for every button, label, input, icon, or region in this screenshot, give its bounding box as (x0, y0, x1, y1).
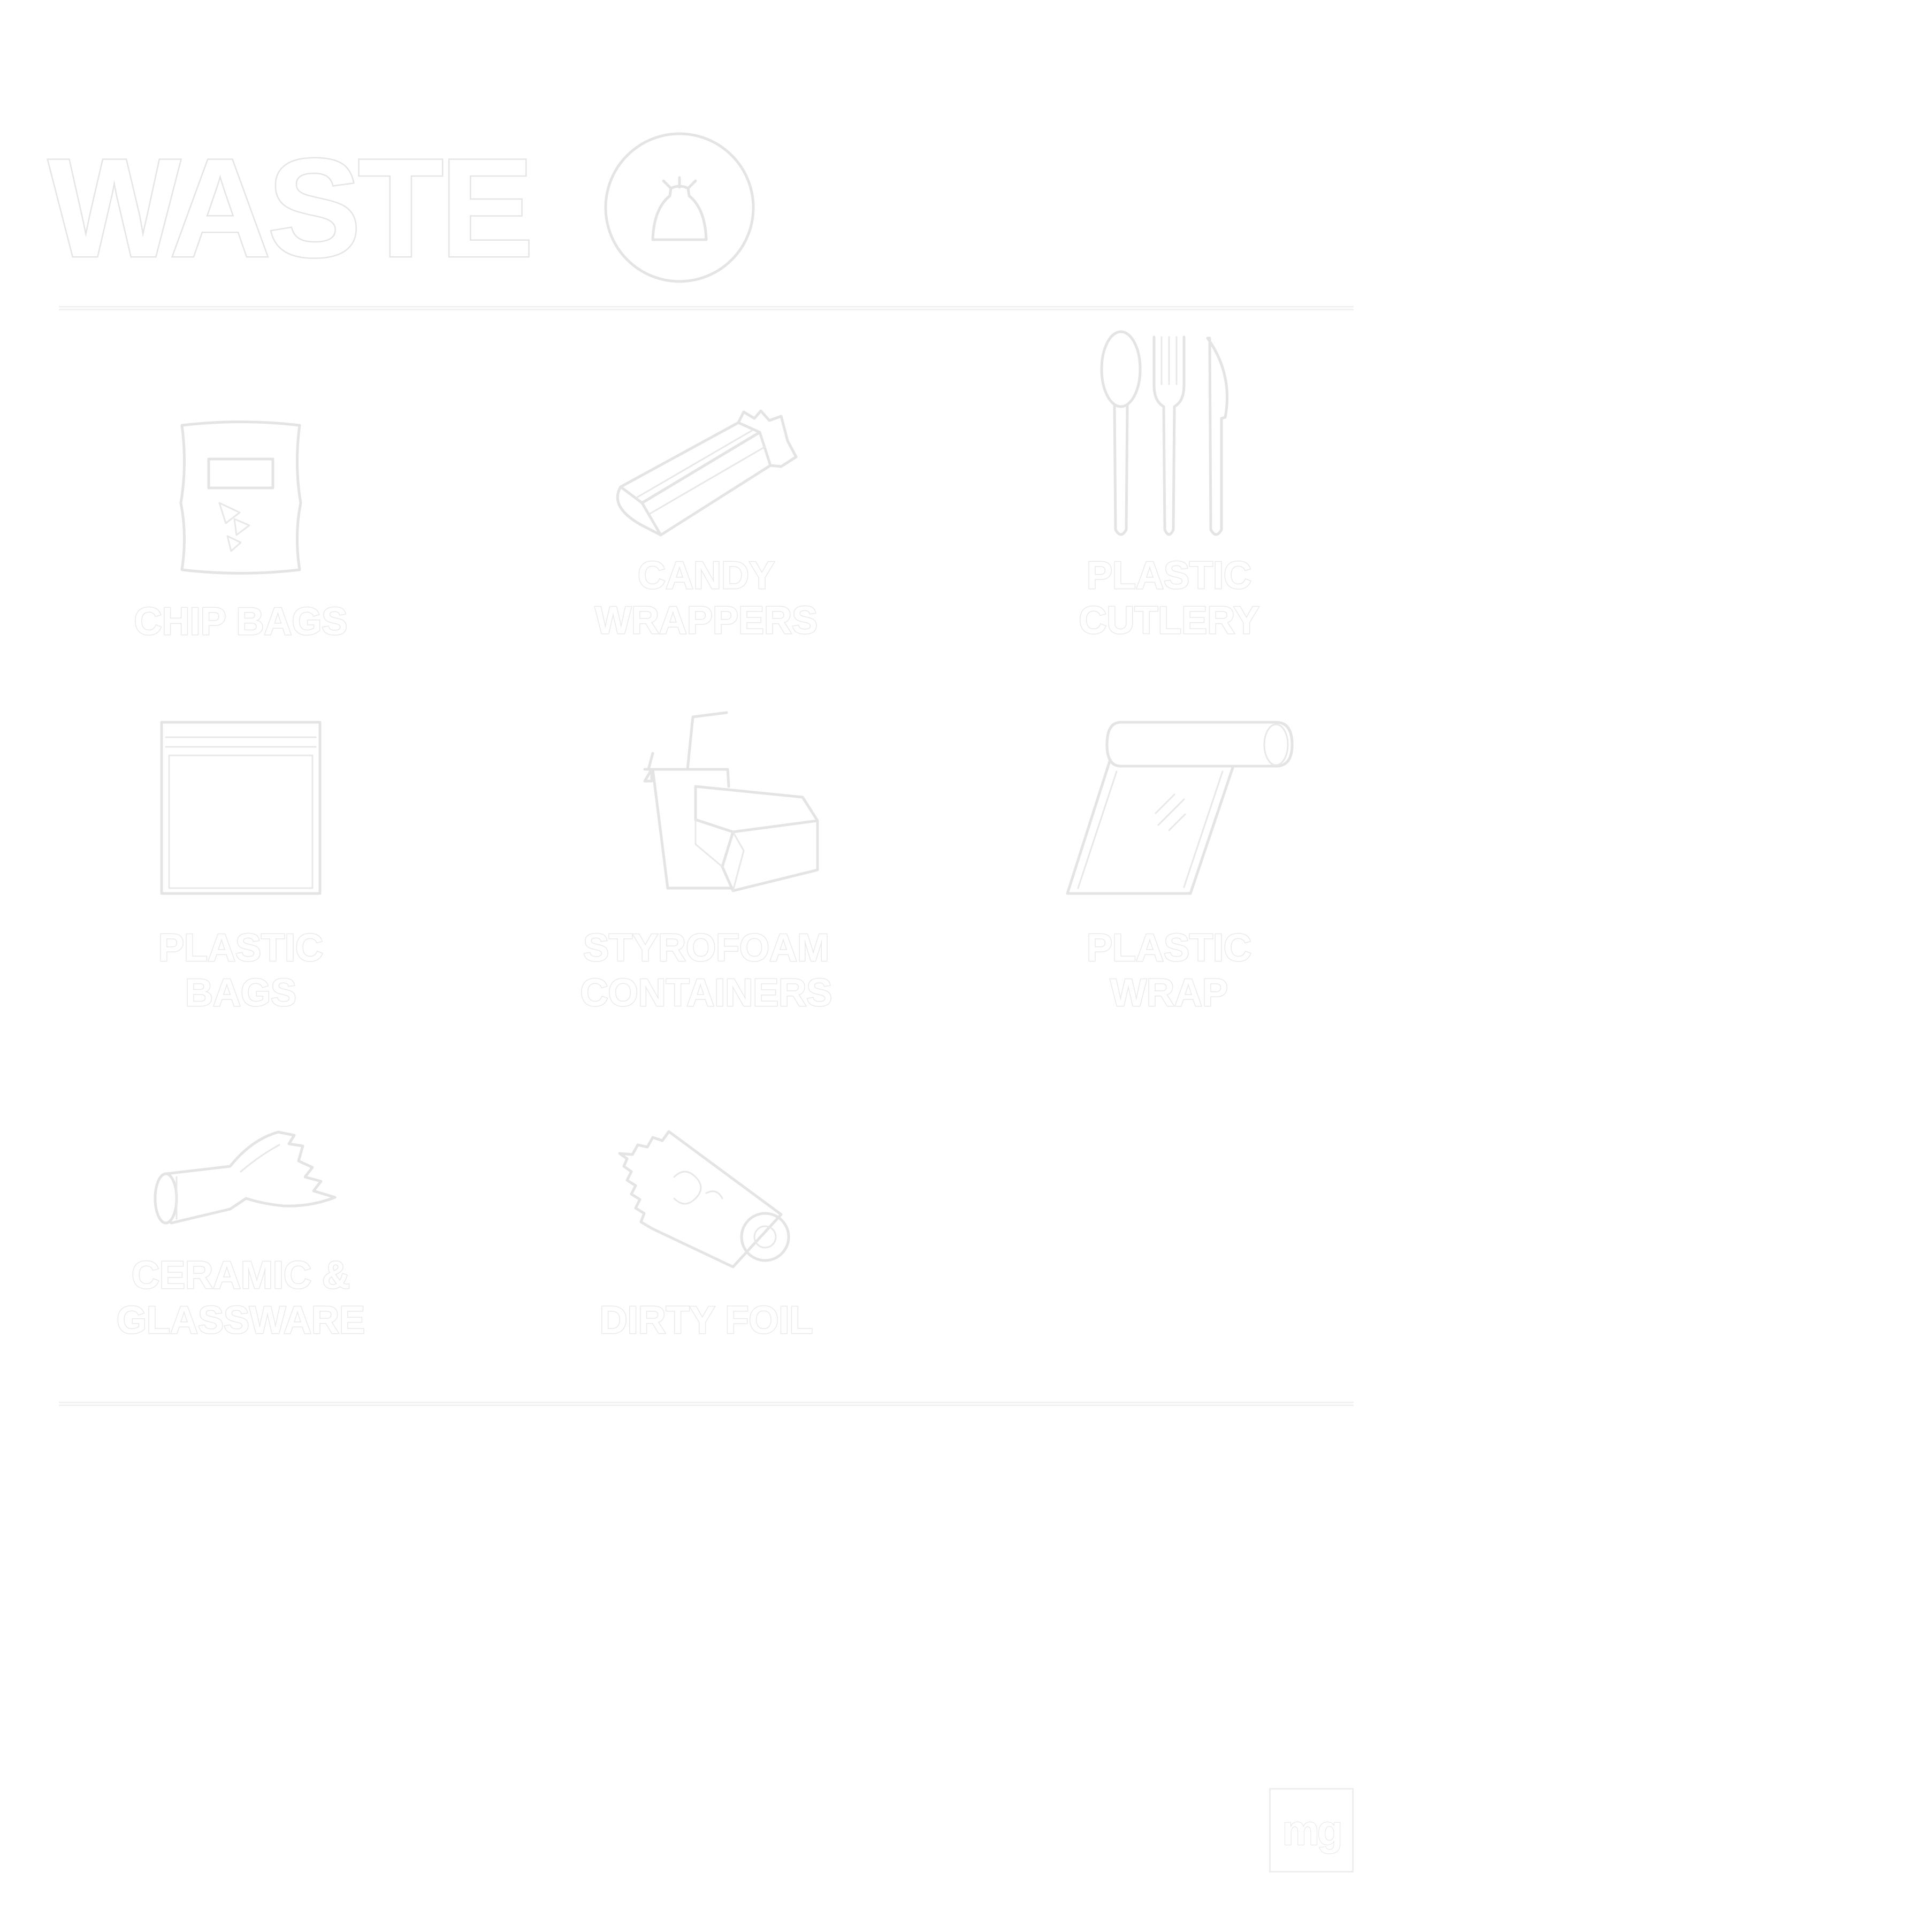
brand-logo: mg (1269, 1788, 1354, 1872)
item-dirty-foil: DIRTY FOIL (482, 1097, 931, 1439)
brand-logo-text: mg (1282, 1807, 1343, 1854)
item-plastic-bags: PLASTIC BAGS (16, 706, 465, 1049)
item-label: PLASTIC CUTLERY (1078, 554, 1260, 643)
item-label: PLASTIC WRAP (1086, 926, 1252, 1015)
item-label: CANDY WRAPPERS (594, 554, 818, 643)
item-plastic-wrap: PLASTIC WRAP (944, 706, 1394, 1049)
item-candy-wrappers: CANDY WRAPPERS (482, 326, 931, 669)
trash-bag-icon (604, 132, 755, 283)
item-plastic-cutlery: PLASTIC CUTLERY (944, 326, 1394, 669)
item-label: DIRTY FOIL (599, 1298, 814, 1343)
item-styrofoam-containers: STYROFOAM CONTAINERS (482, 706, 931, 1049)
item-ceramic-glassware: CERAMIC & GLASSWARE (16, 1097, 465, 1439)
item-label: CHIP BAGS (133, 600, 348, 644)
dirty-foil-icon (618, 1130, 790, 1268)
bottom-divider (59, 1402, 1354, 1406)
page-title: WASTE (47, 129, 536, 286)
item-label: CERAMIC & GLASSWARE (116, 1254, 365, 1343)
item-label: STYROFOAM CONTAINERS (579, 926, 833, 1015)
top-divider (59, 306, 1354, 310)
item-label: PLASTIC BAGS (157, 926, 324, 1015)
item-chip-bags: CHIP BAGS (16, 326, 465, 669)
